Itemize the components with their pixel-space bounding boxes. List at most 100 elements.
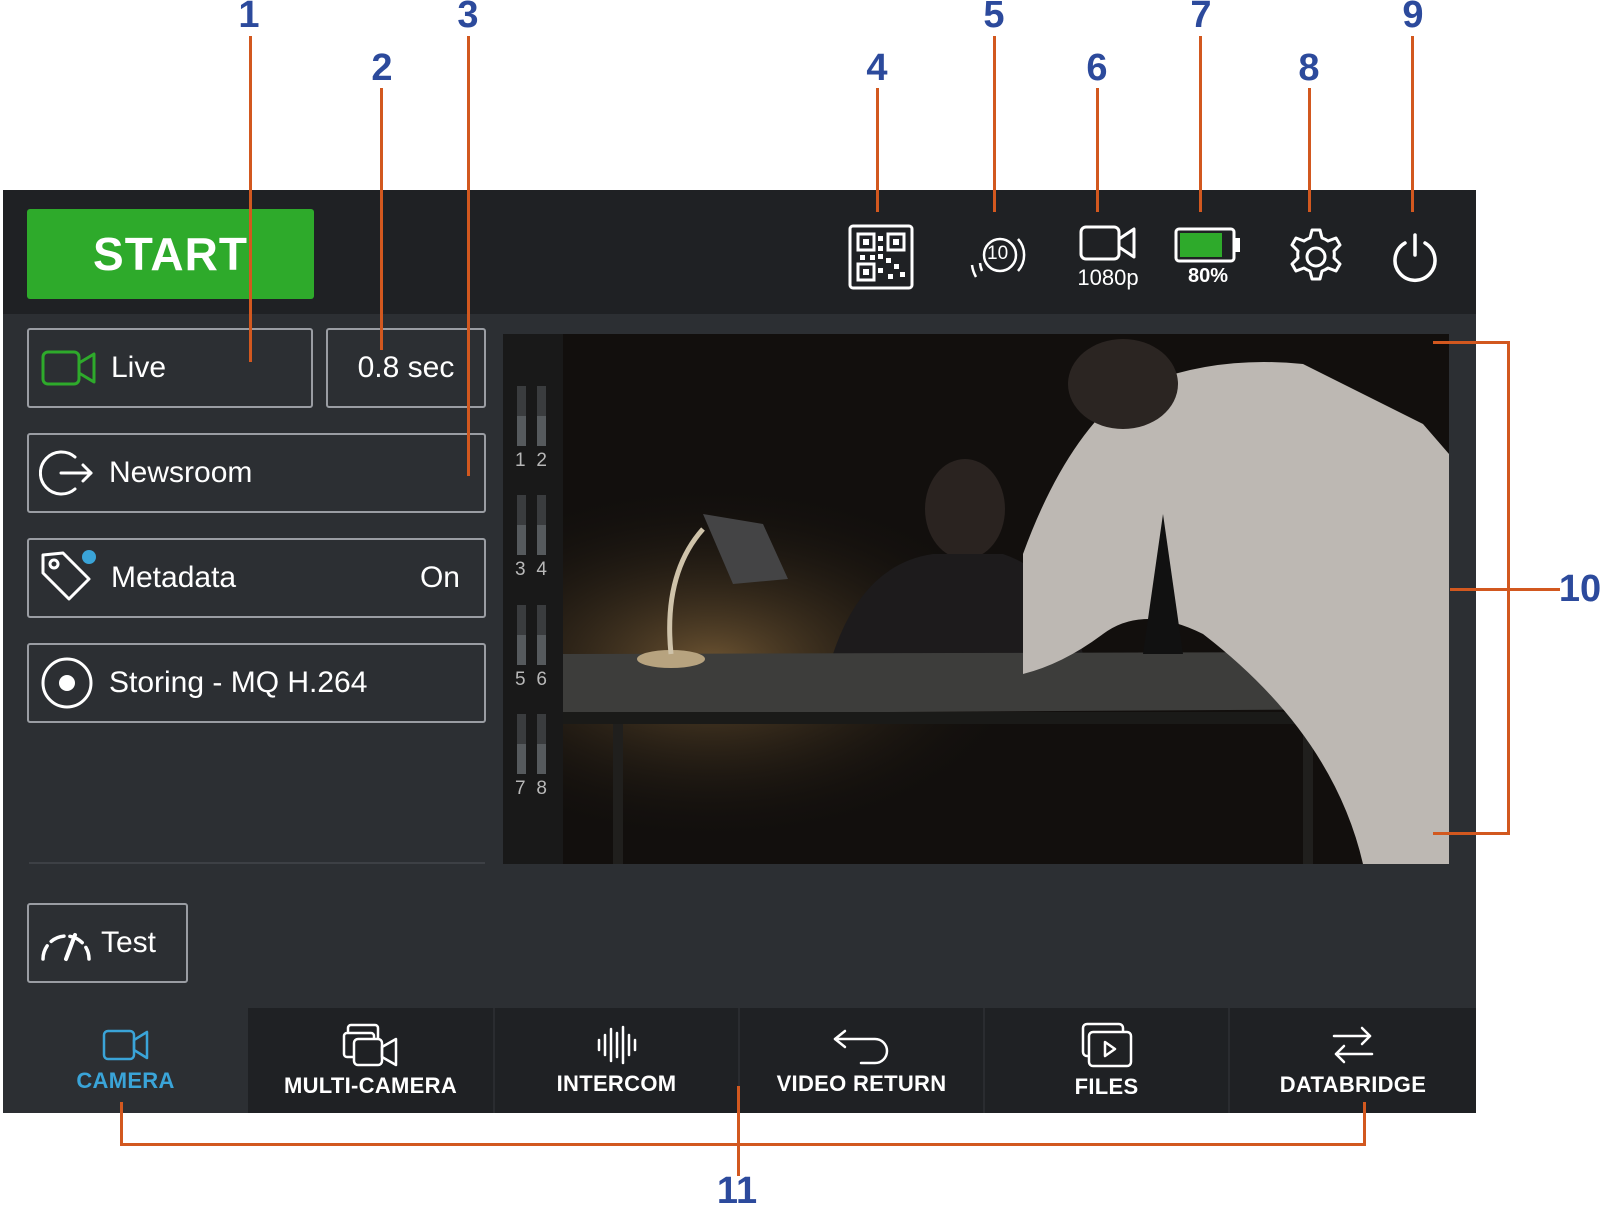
meter-label-3: 3 <box>515 559 526 580</box>
battery-icon <box>1174 227 1242 263</box>
meter-label-1: 1 <box>515 450 526 471</box>
video-camera-icon <box>1079 223 1137 263</box>
callout-line-2 <box>380 88 383 350</box>
tab-databridge[interactable]: DATABRIDGE <box>1230 1008 1476 1113</box>
tab-files-label: FILES <box>1074 1073 1139 1099</box>
meter-label-4: 4 <box>536 559 547 580</box>
tab-multi-camera[interactable]: MULTI-CAMERA <box>248 1008 493 1113</box>
callout-5: 5 <box>983 0 1005 36</box>
destination-button[interactable]: Newsroom <box>27 433 486 513</box>
callout-11-bracket-left <box>120 1102 123 1146</box>
resolution-label: 1080p <box>1077 265 1139 290</box>
test-label: Test <box>101 926 157 959</box>
resolution-button[interactable]: 1080p <box>1063 212 1153 302</box>
callout-11: 11 <box>716 1170 758 1212</box>
callout-line-5 <box>993 36 996 212</box>
audio-meter-5 <box>517 605 526 665</box>
callout-10-bracket-mid <box>1450 588 1560 591</box>
meter-label-2: 2 <box>536 450 547 471</box>
callout-10-bracket-top <box>1433 341 1510 344</box>
callout-line-6 <box>1096 88 1099 212</box>
callout-line-9 <box>1411 36 1414 212</box>
storing-label: Storing - MQ H.264 <box>109 666 368 699</box>
tab-camera[interactable]: CAMERA <box>3 1008 248 1113</box>
callout-10: 10 <box>1558 568 1600 610</box>
audio-meter-2 <box>537 386 546 446</box>
callout-6: 6 <box>1086 47 1108 89</box>
callout-7: 7 <box>1190 0 1212 36</box>
streams-icon: 10 <box>966 225 1030 289</box>
destination-icon <box>39 447 95 499</box>
multi-camera-icon <box>342 1023 400 1067</box>
swap-arrows-icon <box>1330 1024 1376 1066</box>
tab-databridge-label: DATABRIDGE <box>1279 1071 1427 1097</box>
mode-button[interactable]: Live <box>27 328 313 408</box>
callout-11-bracket-mid <box>737 1086 740 1176</box>
callout-line-3 <box>467 36 470 476</box>
record-icon <box>39 655 95 711</box>
preview-scene <box>503 334 1449 864</box>
test-button[interactable]: Test <box>27 903 188 983</box>
audio-meters: 12 34 56 78 <box>503 334 563 864</box>
top-bar: START 10 1080p 80% <box>3 190 1476 314</box>
tab-video-return-label: VIDEO RETURN <box>776 1070 947 1096</box>
callout-4: 4 <box>866 47 888 89</box>
callout-1: 1 <box>238 0 260 36</box>
latency-button[interactable]: 0.8 sec <box>326 328 486 408</box>
audio-meter-7 <box>517 714 526 774</box>
battery-status: 80% <box>1171 212 1245 302</box>
meter-label-8: 8 <box>536 778 547 799</box>
callout-2: 2 <box>371 47 393 89</box>
callout-line-8 <box>1308 88 1311 212</box>
meter-label-5: 5 <box>515 669 526 690</box>
tab-multi-camera-label: MULTI-CAMERA <box>283 1072 458 1098</box>
audio-meter-1 <box>517 386 526 446</box>
callout-11-bracket-right <box>1363 1102 1366 1146</box>
tag-icon <box>39 549 97 607</box>
callout-9: 9 <box>1402 0 1424 36</box>
mode-label: Live <box>111 351 167 384</box>
callout-10-bracket-bottom <box>1433 832 1510 835</box>
power-button[interactable] <box>1385 212 1445 302</box>
power-icon <box>1389 231 1441 283</box>
return-arrow-icon <box>831 1025 893 1065</box>
waveform-icon <box>595 1025 639 1065</box>
camera-icon <box>102 1028 150 1062</box>
callout-line-4 <box>876 88 879 212</box>
settings-button[interactable] <box>1281 212 1351 302</box>
audio-meter-3 <box>517 495 526 555</box>
tab-files[interactable]: FILES <box>985 1008 1228 1113</box>
latency-label: 0.8 sec <box>357 351 455 384</box>
tab-intercom-label: INTERCOM <box>556 1070 677 1096</box>
callout-8: 8 <box>1298 47 1320 89</box>
files-icon <box>1081 1022 1133 1068</box>
metadata-value: On <box>419 561 460 594</box>
audio-meter-6 <box>537 605 546 665</box>
gear-icon <box>1285 226 1347 288</box>
app-window: START 10 1080p 80% Live 0.8 sec Newsroom… <box>3 190 1476 1113</box>
tab-video-return[interactable]: VIDEO RETURN <box>740 1008 983 1113</box>
live-camera-icon <box>41 349 97 387</box>
metadata-button[interactable]: Metadata On <box>27 538 486 618</box>
start-button[interactable]: START <box>27 209 314 299</box>
callout-line-7 <box>1199 36 1202 212</box>
video-preview: 12 34 56 78 <box>503 334 1449 864</box>
speedometer-icon <box>39 923 93 963</box>
streams-button[interactable]: 10 <box>958 212 1038 302</box>
tab-camera-label: CAMERA <box>76 1067 175 1093</box>
callout-line-1 <box>249 36 252 362</box>
callout-11-bracket-bottom <box>120 1143 1366 1146</box>
qr-code-icon <box>848 224 914 290</box>
streams-badge: 10 <box>987 243 1009 264</box>
tab-intercom[interactable]: INTERCOM <box>495 1008 738 1113</box>
qr-code-button[interactable] <box>846 212 916 302</box>
meter-label-6: 6 <box>536 669 547 690</box>
callout-3: 3 <box>457 0 479 36</box>
storing-button[interactable]: Storing - MQ H.264 <box>27 643 486 723</box>
panel-divider <box>29 862 485 864</box>
metadata-label: Metadata <box>111 561 237 594</box>
destination-label: Newsroom <box>109 456 253 489</box>
audio-meter-4 <box>537 495 546 555</box>
battery-label: 80% <box>1187 264 1229 287</box>
meter-label-7: 7 <box>515 778 526 799</box>
